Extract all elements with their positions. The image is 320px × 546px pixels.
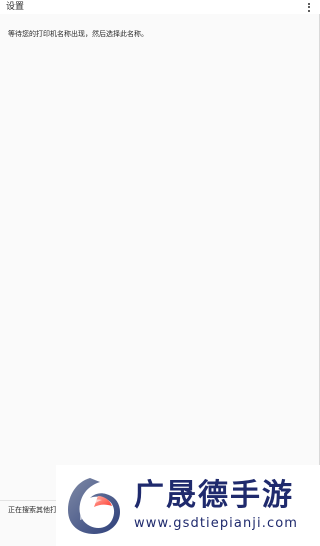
print-settings-screen: 设置 等待您的打印机名称出现，然后选择此名称。 正在搜索其他打 广晟德手游 ww… (0, 0, 320, 546)
brand-logo-icon (68, 477, 120, 534)
watermark-overlay: 广晟德手游 www.gsdtiepianji.com (56, 465, 320, 546)
top-bar: 设置 (0, 0, 320, 14)
more-vert-icon (308, 9, 310, 12)
more-options-button[interactable] (304, 1, 314, 13)
more-vert-icon (308, 6, 310, 8)
page-title: 设置 (6, 2, 25, 12)
waiting-printer-message: 等待您的打印机名称出现，然后选择此名称。 (8, 30, 148, 38)
watermark-brand: 广晟德手游 (134, 478, 294, 514)
watermark-text: 广晟德手游 www.gsdtiepianji.com (134, 480, 298, 531)
more-vert-icon (308, 2, 310, 5)
watermark-url: www.gsdtiepianji.com (134, 515, 299, 531)
searching-status-text: 正在搜索其他打 (8, 506, 57, 514)
